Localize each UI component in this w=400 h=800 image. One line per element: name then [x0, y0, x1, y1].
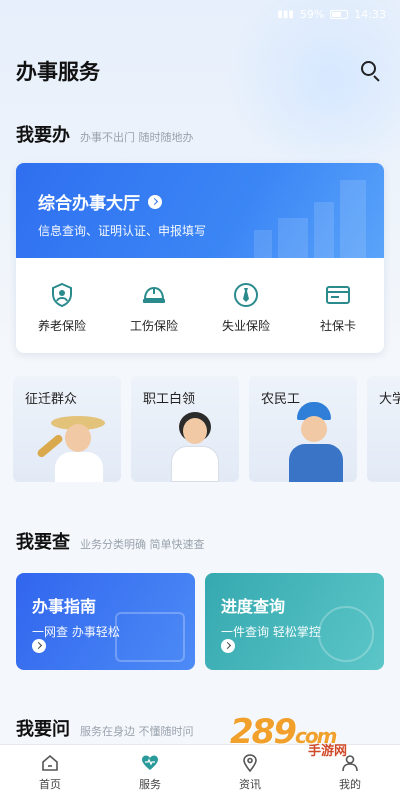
group-card-label: 大学 — [379, 392, 400, 407]
office-worker-illustration — [165, 410, 225, 482]
tab-home[interactable]: 首页 — [0, 745, 100, 800]
section-check-header: 我要查 业务分类明确 简单快速查 — [16, 528, 205, 554]
page-header: 办事服务 — [16, 56, 384, 86]
service-injury[interactable]: 工伤保险 — [114, 282, 194, 334]
signal-icon: ▮▮▮ — [277, 8, 294, 20]
section-do-subtitle: 办事不出门 随时随地办 — [80, 131, 194, 144]
group-card-office[interactable]: 职工白领 — [131, 376, 239, 482]
status-bar: ▮▮▮ 59% 14:33 — [0, 0, 400, 28]
progress-card-subtitle: 一件查询 轻松掌控 — [221, 625, 321, 639]
section-check-title: 我要查 — [16, 532, 70, 553]
section-ask-title: 我要问 — [16, 719, 70, 740]
heart-icon — [142, 755, 158, 770]
page-title: 办事服务 — [16, 60, 100, 84]
tab-home-label: 首页 — [39, 778, 61, 791]
worker-illustration — [283, 402, 349, 482]
tab-news-label: 资讯 — [239, 778, 261, 791]
search-icon-handle — [373, 75, 380, 82]
progress-card[interactable]: 进度查询 一件查询 轻松掌控 — [205, 573, 384, 670]
insurance-services: 养老保险 工伤保险 失业保险 社保卡 — [16, 258, 384, 334]
section-ask-subtitle: 服务在身边 不懂随时问 — [80, 725, 194, 738]
group-card-university[interactable]: 大学 — [367, 376, 400, 482]
service-hall-card: 综合办事大厅 信息查询、证明认证、申报填写 养老保险 工伤保险 失业保险 社保卡 — [16, 163, 384, 353]
site-watermark: 289com 手游网 — [230, 712, 390, 759]
hardhat-icon — [143, 286, 165, 303]
user-group-carousel[interactable]: 征迁群众 职工白领 农民工 大学 — [13, 376, 400, 482]
group-card-migrant[interactable]: 农民工 — [249, 376, 357, 482]
battery-icon — [330, 9, 349, 19]
location-pin-icon — [243, 754, 257, 773]
guide-card[interactable]: 办事指南 一网查 办事轻松 — [16, 573, 195, 670]
battery-percent: 59% — [299, 7, 325, 21]
tab-mine-label: 我的 — [339, 778, 361, 791]
service-ss-card-label: 社保卡 — [319, 319, 356, 333]
chevron-right-icon — [221, 639, 235, 653]
service-unemployment[interactable]: 失业保险 — [206, 282, 286, 334]
search-icon — [361, 61, 376, 76]
section-check-subtitle: 业务分类明确 简单快速查 — [80, 538, 205, 551]
service-hall-subtitle: 信息查询、证明认证、申报填写 — [38, 224, 207, 238]
tie-icon — [234, 283, 258, 307]
card-icon — [326, 286, 350, 304]
farmer-illustration — [35, 412, 113, 482]
chevron-right-icon — [32, 639, 46, 653]
service-unemployment-label: 失业保险 — [221, 319, 270, 333]
service-hall-title: 综合办事大厅 — [38, 194, 140, 214]
tab-service-label: 服务 — [139, 778, 161, 791]
guide-card-subtitle: 一网查 办事轻松 — [32, 625, 120, 639]
service-pension-label: 养老保险 — [37, 319, 86, 333]
search-button[interactable] — [358, 58, 384, 84]
service-pension[interactable]: 养老保险 — [22, 282, 102, 334]
home-icon — [42, 754, 58, 771]
clock: 14:33 — [354, 7, 386, 21]
pension-shield-icon — [52, 282, 72, 308]
section-ask-header: 我要问 服务在身边 不懂随时问 — [16, 715, 194, 741]
service-hall-banner[interactable]: 综合办事大厅 信息查询、证明认证、申报填写 — [16, 163, 384, 258]
chevron-right-icon — [148, 194, 162, 209]
service-ss-card[interactable]: 社保卡 — [298, 282, 378, 334]
tab-service[interactable]: 服务 — [100, 745, 200, 800]
group-card-label: 职工白领 — [143, 392, 196, 407]
watermark-text: 手游网 — [308, 744, 348, 759]
service-injury-label: 工伤保险 — [129, 319, 178, 333]
section-do-header: 我要办 办事不出门 随时随地办 — [16, 121, 194, 147]
group-card-relocated[interactable]: 征迁群众 — [13, 376, 121, 482]
section-do-title: 我要办 — [16, 125, 70, 146]
group-card-label: 征迁群众 — [25, 392, 78, 407]
